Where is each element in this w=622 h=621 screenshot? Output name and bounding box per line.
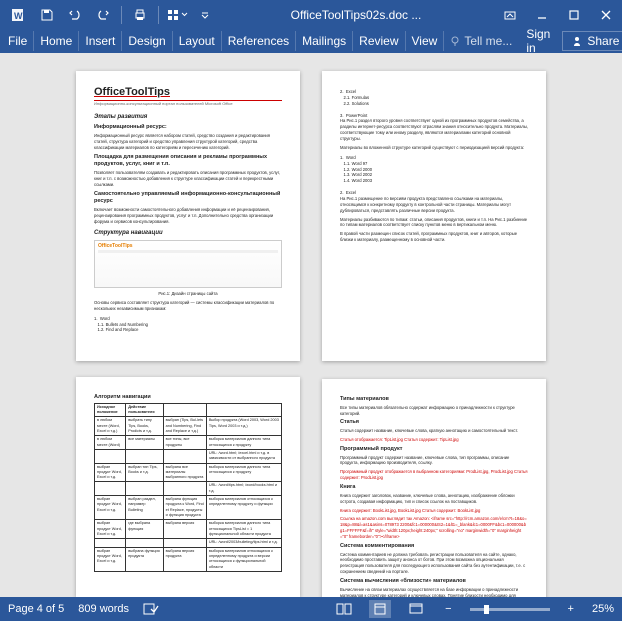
tab-references[interactable]: References [222, 31, 296, 51]
print-layout-button[interactable] [369, 600, 391, 618]
page-4: Типы материалов Все типы материалов обяз… [322, 379, 546, 597]
tab-review[interactable]: Review [353, 31, 405, 51]
zoom-out-button[interactable]: − [441, 603, 455, 615]
qat-dropdown-icon[interactable] [192, 3, 218, 27]
customize-qat-button[interactable] [164, 3, 190, 27]
share-icon [571, 35, 583, 47]
read-mode-button[interactable] [333, 600, 355, 618]
quick-print-button[interactable] [127, 3, 153, 27]
tab-layout[interactable]: Layout [173, 31, 222, 51]
svg-text:W: W [14, 11, 23, 21]
doc-logo: OfficeToolTips [94, 85, 282, 101]
zoom-in-button[interactable]: + [564, 603, 578, 615]
zoom-level[interactable]: 25% [592, 603, 614, 615]
word-app-icon[interactable]: W [6, 3, 32, 27]
zoom-slider[interactable] [470, 608, 550, 611]
page-3: Алгоритм навигации Исходное положениеДей… [76, 377, 300, 597]
save-button[interactable] [34, 3, 60, 27]
page-2: 2. Excel 2.1. Formulas 2.2. Solutions 3.… [322, 71, 546, 361]
page-1: OfficeToolTips Информационно-консультаци… [76, 71, 300, 361]
share-button[interactable]: Share [562, 31, 622, 51]
tab-view[interactable]: View [406, 31, 445, 51]
maximize-button[interactable] [558, 0, 590, 29]
tab-insert[interactable]: Insert [79, 31, 122, 51]
tab-home[interactable]: Home [34, 31, 79, 51]
page-indicator[interactable]: Page 4 of 5 [8, 603, 64, 615]
web-layout-button[interactable] [405, 600, 427, 618]
lightbulb-icon [450, 36, 461, 47]
close-button[interactable] [590, 0, 622, 29]
tab-design[interactable]: Design [122, 31, 172, 51]
word-count[interactable]: 809 words [78, 603, 129, 615]
nav-algorithm-table: Исходное положениеДействие пользователя … [94, 403, 282, 572]
redo-button[interactable] [90, 3, 116, 27]
document-title: OfficeToolTips02s.doc ... [218, 8, 494, 22]
spellcheck-icon[interactable] [143, 602, 159, 616]
tab-mailings[interactable]: Mailings [296, 31, 353, 51]
embedded-screenshot [94, 240, 282, 288]
document-canvas[interactable]: OfficeToolTips Информационно-консультаци… [0, 53, 622, 597]
tell-me-search[interactable]: Tell me... [444, 31, 518, 51]
undo-button[interactable] [62, 3, 88, 27]
tab-file[interactable]: File [2, 31, 34, 51]
